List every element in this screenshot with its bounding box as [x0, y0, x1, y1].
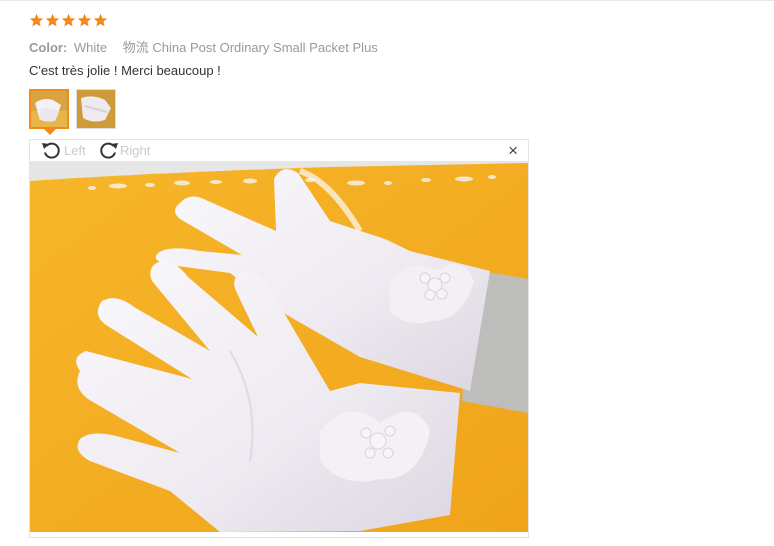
image-viewer: Left Right ×	[29, 139, 529, 538]
star-icon	[29, 13, 44, 27]
star-icon	[45, 13, 60, 27]
rating-stars	[29, 13, 108, 28]
star-icon	[61, 13, 76, 27]
viewer-toolbar: Left Right ×	[30, 140, 528, 161]
rotate-left-icon	[42, 142, 60, 159]
thumbnail-image	[77, 90, 115, 128]
close-button[interactable]: ×	[508, 142, 518, 159]
thumbnail-1[interactable]	[29, 89, 69, 129]
gloves-photo	[30, 161, 528, 532]
rotate-right-label: Right	[120, 142, 151, 158]
star-icon	[93, 13, 108, 27]
rotate-left-button[interactable]: Left	[40, 140, 86, 160]
top-divider	[0, 0, 774, 1]
order-info: Color: White 物流 China Post Ordinary Smal…	[29, 37, 378, 56]
rotate-right-icon	[100, 142, 118, 159]
color-label: Color:	[29, 40, 68, 55]
thumbnail-image	[31, 91, 67, 127]
color-value: White	[73, 40, 108, 55]
rotate-right-button[interactable]: Right	[96, 140, 150, 160]
review-photo	[30, 161, 528, 532]
thumbnail-2[interactable]	[76, 89, 116, 129]
shipping-method: 物流 China Post Ordinary Small Packet Plus	[122, 40, 378, 55]
selected-thumbnail-indicator	[44, 129, 56, 135]
star-icon	[77, 13, 92, 27]
review-text: C'est très jolie ! Merci beaucoup !	[29, 63, 221, 78]
rotate-left-label: Left	[64, 142, 86, 158]
